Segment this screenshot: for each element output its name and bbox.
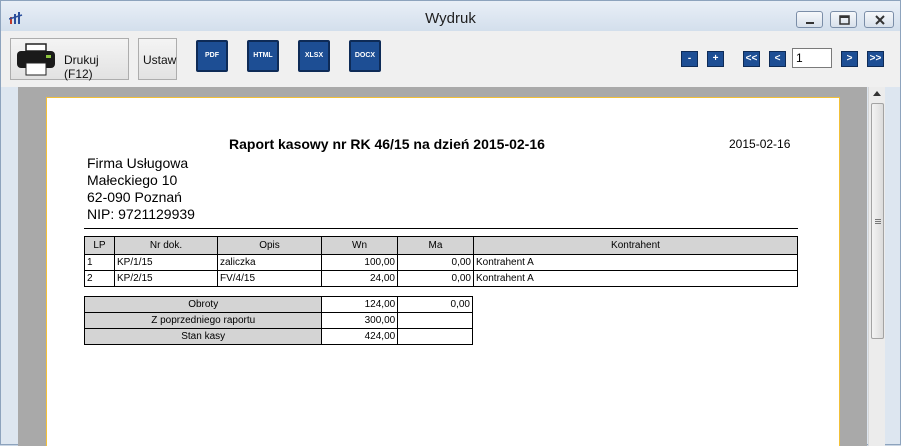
cell-ma: 0,00 bbox=[397, 254, 474, 271]
zoom-out-button[interactable]: - bbox=[681, 51, 698, 67]
summary-ma bbox=[397, 312, 473, 329]
vertical-scrollbar[interactable] bbox=[868, 87, 885, 446]
summary-ma: 0,00 bbox=[397, 296, 473, 313]
toolbar: Drukuj (F12) Ustaw PDF HTML XLSX DOCX - … bbox=[1, 31, 900, 87]
cell-ma: 0,00 bbox=[397, 270, 474, 287]
summary-wn: 300,00 bbox=[321, 312, 399, 329]
column-header-contractor: Kontrahent bbox=[473, 236, 798, 255]
cell-description: zaliczka bbox=[217, 254, 322, 271]
summary-label: Z poprzedniego raportu bbox=[83, 312, 323, 329]
prev-page-button[interactable]: < bbox=[769, 51, 786, 67]
cell-contractor: Kontrahent A bbox=[473, 270, 798, 287]
cell-contractor: Kontrahent A bbox=[473, 254, 798, 271]
column-header-description: Opis bbox=[217, 236, 322, 255]
cell-lp: 2 bbox=[84, 270, 115, 287]
print-button[interactable]: Drukuj (F12) bbox=[10, 38, 129, 81]
report-title: Raport kasowy nr RK 46/15 na dzień 2015-… bbox=[229, 136, 545, 152]
last-page-button[interactable]: >> bbox=[867, 51, 884, 67]
table-header-row: LP Nr dok. Opis Wn Ma Kontrahent bbox=[84, 236, 798, 255]
export-docx-button[interactable]: DOCX bbox=[349, 40, 381, 72]
summary-wn: 124,00 bbox=[321, 296, 399, 313]
cell-description: FV/4/15 bbox=[217, 270, 322, 287]
settings-button-label: Ustaw bbox=[143, 53, 177, 67]
summary-ma bbox=[397, 328, 473, 345]
export-pdf-button[interactable]: PDF bbox=[196, 40, 228, 72]
summary-row: Z poprzedniego raportu 300,00 bbox=[83, 312, 473, 329]
next-page-button[interactable]: > bbox=[841, 51, 858, 67]
entries-table: LP Nr dok. Opis Wn Ma Kontrahent 1 KP/1/… bbox=[84, 236, 798, 287]
column-header-ma: Ma bbox=[397, 236, 474, 255]
summary-wn: 424,00 bbox=[321, 328, 399, 345]
column-header-wn: Wn bbox=[321, 236, 398, 255]
minimize-button[interactable] bbox=[796, 11, 823, 28]
column-header-doc-no: Nr dok. bbox=[114, 236, 218, 255]
column-header-lp: LP bbox=[84, 236, 115, 255]
cell-doc-no: KP/1/15 bbox=[114, 254, 218, 271]
company-street: Małeckiego 10 bbox=[87, 172, 178, 188]
cell-wn: 100,00 bbox=[321, 254, 398, 271]
cell-doc-no: KP/2/15 bbox=[114, 270, 218, 287]
printer-icon bbox=[17, 43, 55, 76]
company-info: Firma Usługowa Małeckiego 10 62-090 Pozn… bbox=[87, 155, 195, 223]
minimize-icon bbox=[806, 22, 814, 24]
settings-button[interactable]: Ustaw bbox=[138, 38, 177, 80]
table-row: 2 KP/2/15 FV/4/15 24,00 0,00 Kontrahent … bbox=[84, 270, 798, 287]
close-button[interactable] bbox=[864, 11, 894, 28]
summary-row: Stan kasy 424,00 bbox=[83, 328, 473, 345]
summary-label: Stan kasy bbox=[83, 328, 323, 345]
company-nip: NIP: 9721129939 bbox=[87, 206, 195, 222]
company-city: 62-090 Poznań bbox=[87, 189, 182, 205]
scroll-up-icon[interactable] bbox=[873, 91, 881, 96]
maximize-button[interactable] bbox=[830, 11, 857, 28]
scrollbar-thumb[interactable] bbox=[871, 103, 884, 339]
summary-table: Obroty 124,00 0,00 Z poprzedniego raport… bbox=[83, 296, 473, 345]
export-xlsx-button[interactable]: XLSX bbox=[298, 40, 330, 72]
cell-lp: 1 bbox=[84, 254, 115, 271]
print-button-label: Drukuj (F12) bbox=[64, 53, 99, 81]
first-page-button[interactable]: << bbox=[743, 51, 760, 67]
title-bar: Wydruk bbox=[1, 1, 900, 31]
maximize-icon bbox=[839, 15, 850, 25]
window-title: Wydruk bbox=[425, 10, 476, 27]
page-number-input[interactable] bbox=[792, 48, 832, 68]
summary-row: Obroty 124,00 0,00 bbox=[83, 296, 473, 313]
report-date: 2015-02-16 bbox=[729, 137, 791, 151]
zoom-in-button[interactable]: + bbox=[707, 51, 724, 67]
table-row: 1 KP/1/15 zaliczka 100,00 0,00 Kontrahen… bbox=[84, 254, 798, 271]
header-divider bbox=[84, 228, 798, 229]
export-html-button[interactable]: HTML bbox=[247, 40, 279, 72]
close-icon bbox=[875, 15, 885, 25]
company-name: Firma Usługowa bbox=[87, 155, 189, 171]
cell-wn: 24,00 bbox=[321, 270, 398, 287]
summary-label: Obroty bbox=[83, 296, 323, 313]
grip-icon bbox=[875, 219, 881, 224]
